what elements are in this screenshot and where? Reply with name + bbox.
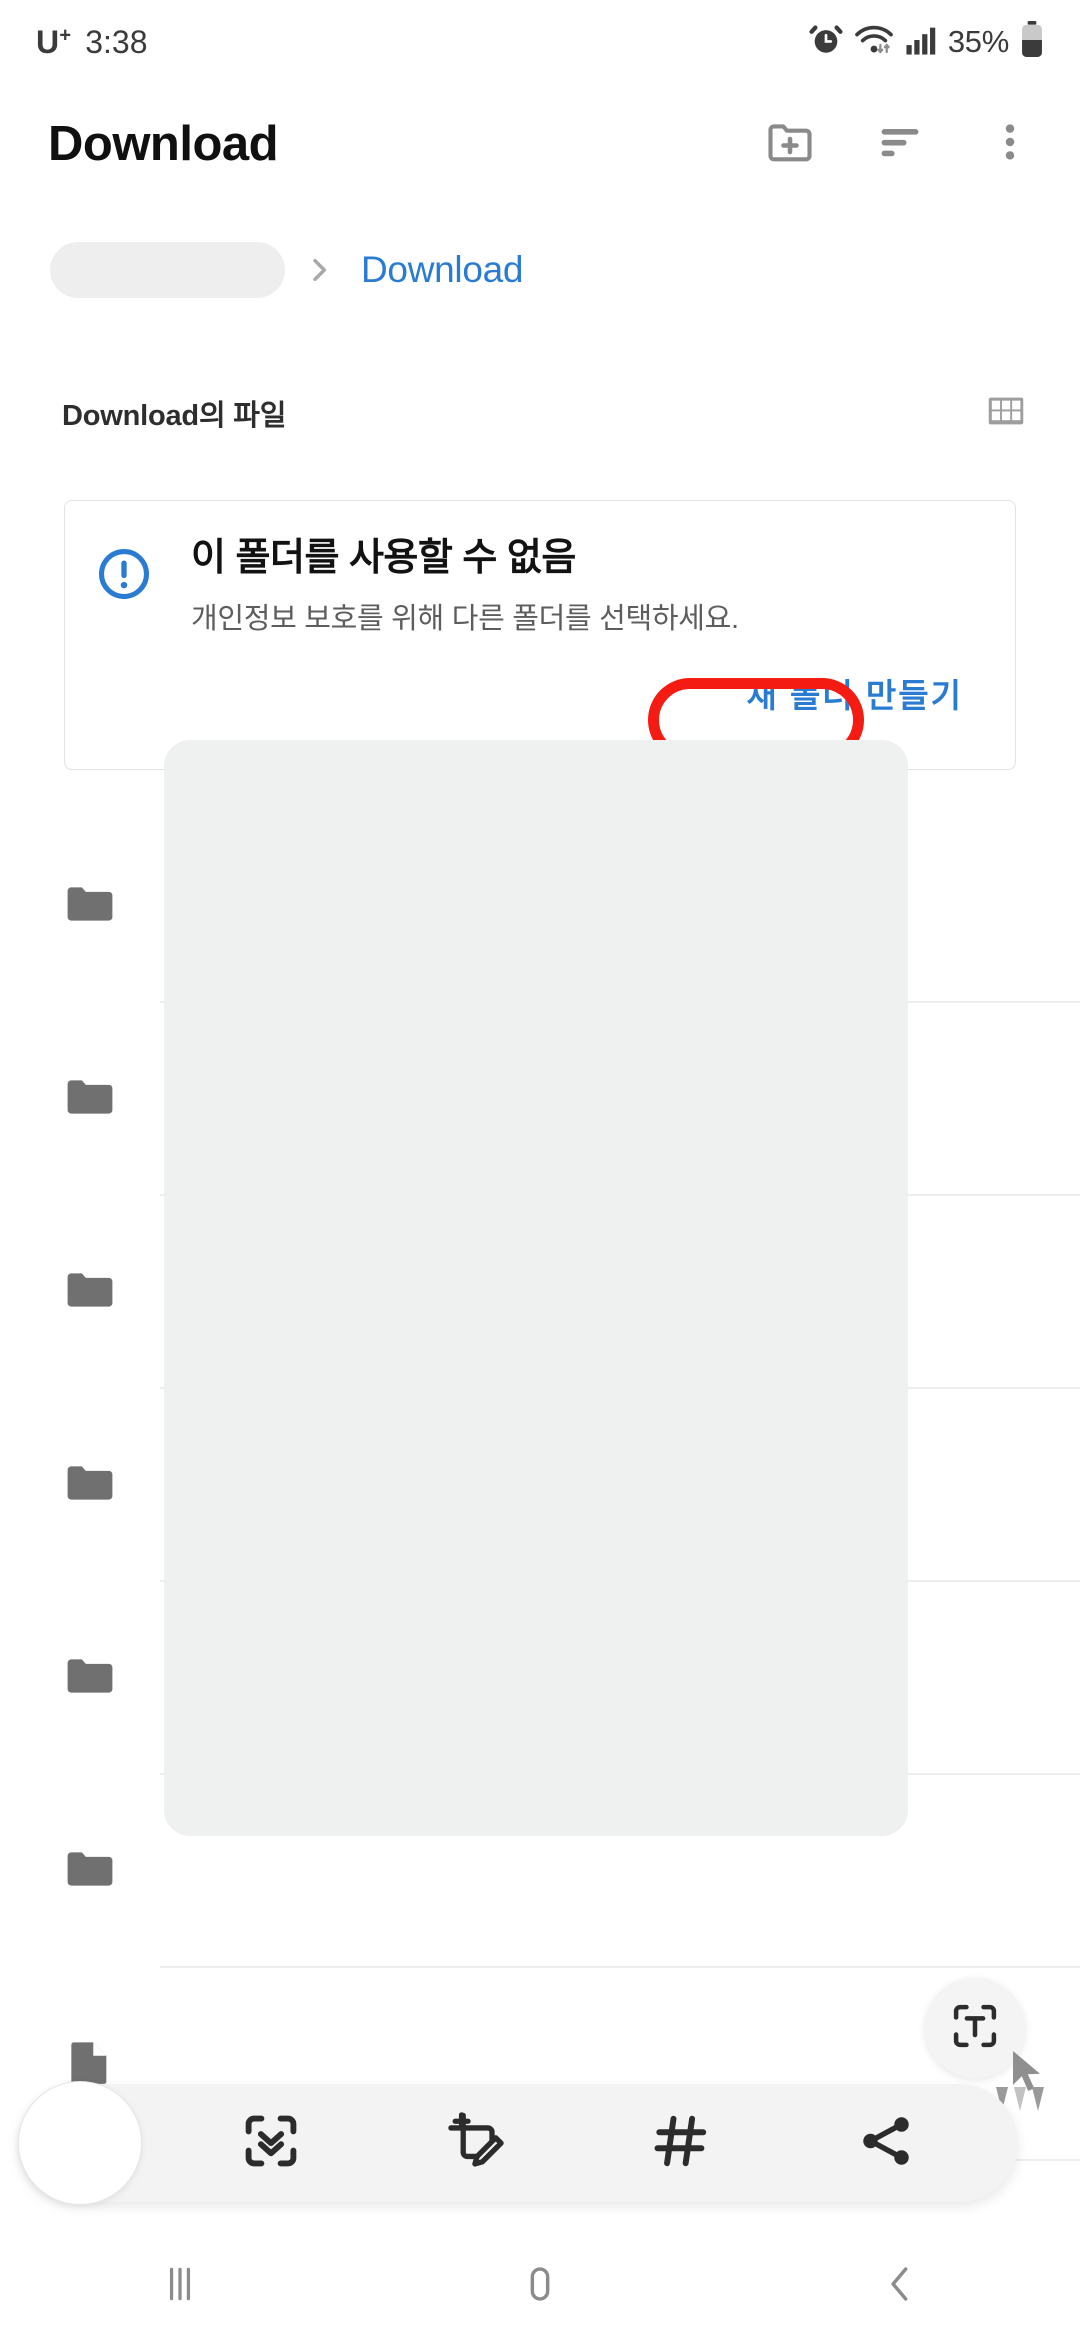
screenshot-toolbar (18, 2084, 1018, 2202)
more-options-icon (987, 119, 1033, 170)
alarm-icon (809, 23, 843, 62)
file-names-redaction-overlay (164, 740, 908, 1836)
breadcrumb: Download (0, 222, 1080, 318)
sort-icon (874, 116, 926, 173)
folder-unavailable-body: 이 폴더를 사용할 수 없음 개인정보 보호를 위해 다른 폴더를 선택하세요.… (187, 537, 989, 769)
info-circle-icon (95, 537, 187, 769)
folder-icon (62, 1262, 124, 1323)
home-button[interactable] (360, 2232, 720, 2340)
status-bar-right: 35% (809, 20, 1044, 64)
tag-button[interactable] (635, 2097, 727, 2189)
page-title: Download (48, 117, 279, 171)
list-item-text (124, 2060, 160, 2070)
share-button[interactable] (840, 2097, 932, 2189)
more-options-button[interactable] (978, 112, 1042, 176)
capture-preview-thumbnail[interactable] (18, 2081, 142, 2205)
breadcrumb-item-current[interactable]: Download (353, 249, 523, 291)
sort-button[interactable] (868, 112, 932, 176)
home-icon (517, 2261, 563, 2312)
battery-percent-label: 35% (947, 24, 1009, 59)
app-bar-actions (758, 112, 1042, 176)
section-title: Download의 파일 (62, 400, 287, 432)
text-extract-icon (948, 1999, 1002, 2058)
card-description: 개인정보 보호를 위해 다른 폴더를 선택하세요. (191, 602, 739, 635)
tag-icon (650, 2110, 712, 2177)
list-item-text (124, 1095, 160, 1105)
card-title: 이 폴더를 사용할 수 없음 (191, 537, 576, 579)
recents-button[interactable] (0, 2232, 360, 2340)
grid-view-icon (983, 388, 1029, 439)
create-new-folder-button[interactable]: 새 폴더 만들기 (737, 663, 974, 723)
phone-screen: U+ 3:38 35% Download Download Download의 … (0, 0, 1080, 2340)
folder-icon (62, 1069, 124, 1130)
crop-edit-button[interactable] (430, 2097, 522, 2189)
card-action-row: 새 폴더 만들기 (191, 663, 989, 723)
system-nav-bar (0, 2232, 1080, 2340)
battery-icon (1020, 20, 1044, 64)
folder-icon (62, 1455, 124, 1516)
status-bar: U+ 3:38 35% (0, 0, 1080, 84)
status-bar-left: U+ 3:38 (36, 24, 147, 61)
status-clock: 3:38 (85, 23, 148, 60)
app-bar: Download (0, 84, 1080, 204)
folder-icon (62, 876, 124, 937)
list-item-text (124, 1674, 160, 1684)
section-header: Download의 파일 (0, 378, 1080, 448)
folder-icon (62, 1841, 124, 1902)
grid-view-toggle-button[interactable] (978, 385, 1034, 441)
back-icon (877, 2261, 923, 2312)
folder-icon (62, 1648, 124, 1709)
chevron-right-icon (291, 242, 347, 298)
recents-icon (157, 2261, 203, 2312)
new-folder-button[interactable] (758, 112, 822, 176)
new-folder-icon (764, 116, 816, 173)
screenshot-toolbar-buttons (168, 2097, 988, 2189)
scroll-capture-icon (239, 2109, 303, 2178)
scroll-capture-button[interactable] (225, 2097, 317, 2189)
list-item-text (124, 902, 160, 912)
list-item-text (124, 1288, 160, 1298)
list-item-text (124, 1481, 160, 1491)
signal-icon (905, 24, 937, 61)
crop-edit-icon (444, 2109, 508, 2178)
folder-unavailable-card: 이 폴더를 사용할 수 없음 개인정보 보호를 위해 다른 폴더를 선택하세요.… (64, 500, 1016, 770)
breadcrumb-item-redacted[interactable] (50, 242, 285, 298)
share-icon (855, 2110, 917, 2177)
list-item-text (124, 1867, 160, 1877)
wifi-icon (854, 23, 894, 62)
carrier-label: U+ (36, 23, 72, 60)
back-button[interactable] (720, 2232, 1080, 2340)
